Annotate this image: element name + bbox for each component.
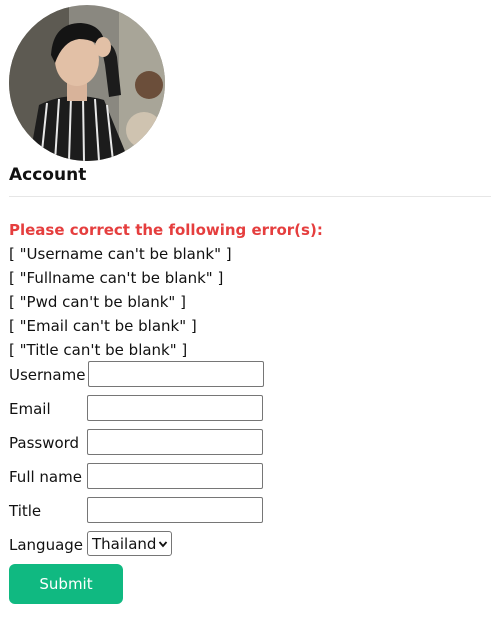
submit-button[interactable]: Submit [9, 564, 123, 604]
email-input[interactable] [87, 395, 263, 421]
avatar [9, 5, 165, 161]
language-label: Language [9, 536, 84, 554]
username-label: Username [9, 366, 86, 384]
error-item: [ "Title can't be blank" ] [9, 341, 188, 359]
email-row: Email [9, 396, 51, 422]
profile-photo-icon [9, 5, 165, 161]
error-item: [ "Username can't be blank" ] [9, 245, 232, 263]
title-label: Title [9, 502, 42, 520]
error-item: [ "Email can't be blank" ] [9, 317, 197, 335]
error-item: [ "Fullname can't be blank" ] [9, 269, 224, 287]
username-input[interactable] [88, 361, 264, 387]
email-label: Email [9, 400, 51, 418]
password-input[interactable] [87, 429, 263, 455]
error-title: Please correct the following error(s): [9, 221, 323, 239]
title-input[interactable] [87, 497, 263, 523]
language-row: Language [9, 532, 83, 558]
account-page: Account Please correct the following err… [0, 0, 491, 638]
language-selected-value: Thailand [92, 534, 157, 553]
fullname-row: Full name [9, 464, 82, 490]
password-row: Password [9, 430, 79, 456]
username-row: Username [9, 362, 85, 388]
title-row: Title [9, 498, 41, 524]
password-label: Password [9, 434, 80, 452]
divider [9, 196, 491, 197]
error-list: [ "Username can't be blank" ] [ "Fullnam… [9, 242, 232, 362]
fullname-label: Full name [9, 468, 82, 486]
page-title: Account [9, 165, 87, 185]
language-select[interactable]: Thailand [87, 531, 173, 556]
fullname-input[interactable] [87, 463, 263, 489]
error-item: [ "Pwd can't be blank" ] [9, 293, 186, 311]
chevron-down-icon [159, 540, 168, 547]
